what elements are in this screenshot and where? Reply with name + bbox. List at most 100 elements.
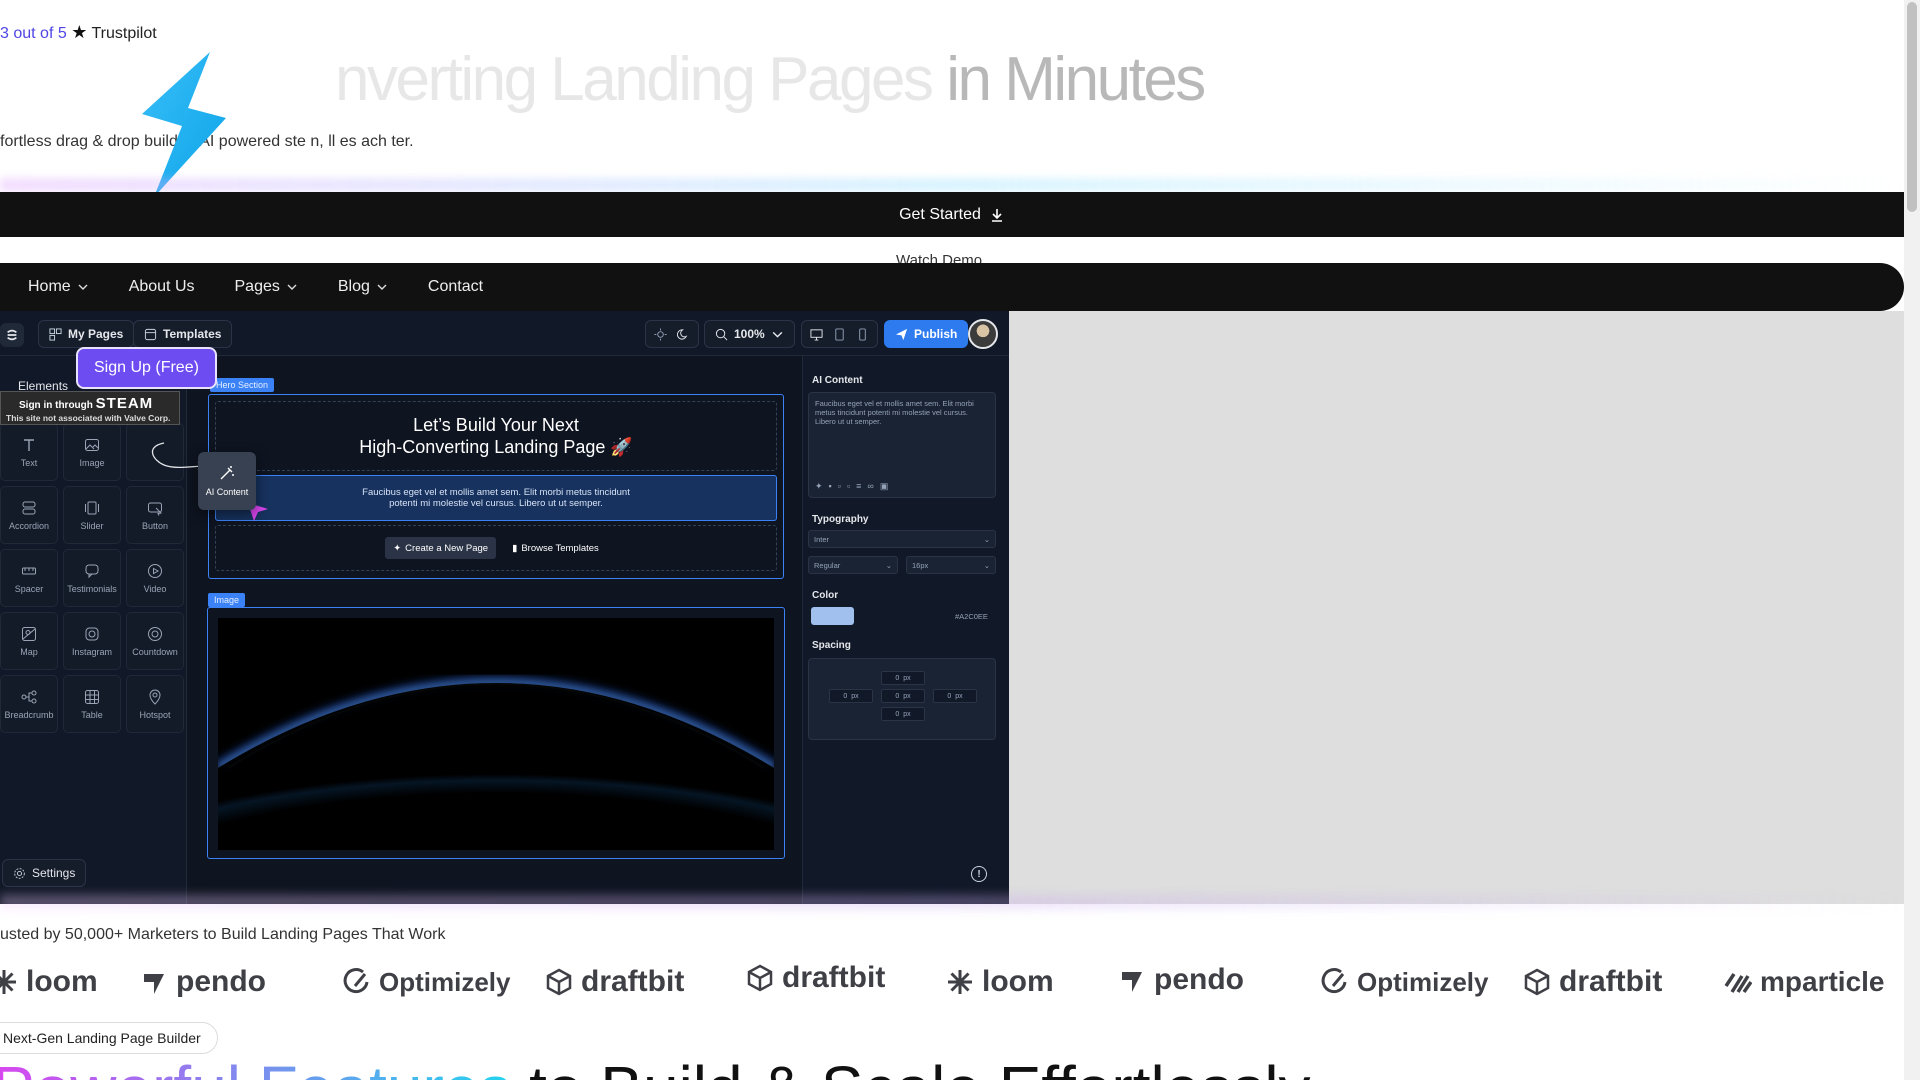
element-accordion[interactable]: Accordion [0, 486, 58, 544]
info-icon[interactable]: ! [971, 866, 987, 882]
hero-body-line1: Faucibus eget vel et mollis amet sem. El… [362, 487, 630, 498]
ai-content-text: Faucibus eget vel et mollis amet sem. El… [815, 399, 974, 426]
spacing-right-input[interactable]: 0 px [933, 689, 977, 703]
testimonials-icon [85, 564, 99, 578]
magic-wand-icon [220, 466, 234, 480]
logo-pendo: pendo [140, 960, 266, 1004]
hero-glow-divider [0, 178, 1904, 192]
element-countdown[interactable]: Countdown [126, 612, 184, 670]
element-button[interactable]: Button [126, 486, 184, 544]
spacing-left-input[interactable]: 0 px [829, 689, 873, 703]
steam-brand: STEAM [95, 395, 154, 412]
link-icon[interactable]: ∞ [867, 482, 873, 491]
font-weight-select[interactable]: Regular ⌄ [808, 556, 898, 574]
element-testimonials[interactable]: Testimonials [63, 549, 121, 607]
element-slider[interactable]: Slider [63, 486, 121, 544]
element-hotspot[interactable]: Hotspot [126, 675, 184, 733]
align-icon[interactable]: ≡ [856, 482, 861, 491]
nav-item-about-us[interactable]: About Us [129, 278, 195, 296]
planet-glow-graphic [218, 618, 774, 850]
spacing-value: 0 [843, 692, 848, 700]
browse-templates-button[interactable]: ▮ Browse Templates [504, 537, 607, 559]
settings-button[interactable]: Settings [2, 859, 87, 887]
hero-body-block[interactable]: Faucibus eget vel et mollis amet sem. El… [215, 475, 777, 521]
steam-disclaimer: This site not associated with Valve Corp… [6, 413, 171, 423]
search-icon [715, 328, 728, 340]
logo-text: loom [982, 965, 1054, 998]
sign-up-button[interactable]: Sign Up (Free) [76, 347, 217, 389]
color-hex-value[interactable]: #A2C0EE [955, 612, 988, 621]
mobile-icon [859, 327, 866, 341]
spacing-editor: 0 px 0 px 0 px 0 px 0 px [808, 658, 996, 740]
hero-title-main: in Minutes [931, 45, 1206, 114]
editor-logo-icon[interactable] [0, 323, 24, 347]
spacing-top-input[interactable]: 0 px [881, 671, 925, 685]
device-switcher[interactable] [801, 320, 878, 348]
nav-item-home[interactable]: Home [28, 278, 89, 296]
tablet-icon [835, 327, 844, 341]
loom-icon [0, 970, 16, 994]
scrollbar-thumb[interactable] [1907, 2, 1917, 212]
download-icon [991, 208, 1002, 222]
moon-icon [677, 328, 688, 340]
element-spacer[interactable]: Spacer [0, 549, 58, 607]
color-swatch[interactable] [811, 607, 854, 625]
ai-content-title: AI Content [812, 375, 863, 386]
element-instagram[interactable]: Instagram [63, 612, 121, 670]
logo-loom: loom [0, 960, 98, 1004]
logo-draftbit-2: draftbit [746, 956, 885, 1000]
trustpilot-rating[interactable]: 3 out of 5 ★ Trustpilot [0, 22, 157, 43]
element-text[interactable]: Text [0, 423, 58, 481]
mparticle-icon [1724, 973, 1752, 994]
spacing-bottom-input[interactable]: 0 px [881, 707, 925, 721]
element-map[interactable]: Map [0, 612, 58, 670]
hero-buttons-block: ✦ Create a New Page ▮ Browse Templates [215, 525, 777, 571]
nav-item-pages[interactable]: Pages [235, 278, 298, 296]
spacing-value: 0 [895, 710, 900, 718]
image-block[interactable] [207, 607, 785, 859]
publish-button[interactable]: Publish [884, 320, 969, 348]
font-size-select[interactable]: 16px ⌄ [906, 556, 996, 574]
templates-button[interactable]: Templates [133, 320, 233, 348]
ai-content-textarea[interactable]: Faucibus eget vel et mollis amet sem. El… [808, 392, 996, 498]
steam-signin-button[interactable]: Sign in through STEAM This site not asso… [0, 391, 180, 425]
my-pages-button[interactable]: My Pages [38, 320, 135, 348]
get-started-button[interactable]: Get Started [0, 192, 1904, 237]
planet-horizon-image [218, 618, 774, 850]
italic-icon[interactable]: ▫ [838, 482, 841, 491]
underline-icon[interactable]: ▫ [847, 482, 850, 491]
logo-draftbit-3: draftbit [1523, 960, 1662, 1004]
theme-toggle[interactable] [645, 320, 699, 348]
page-scrollbar[interactable] [1904, 0, 1920, 1080]
element-video[interactable]: Video [126, 549, 184, 607]
table-icon [85, 689, 99, 704]
logo-pendo-2: pendo [1118, 958, 1244, 1002]
create-new-page-button[interactable]: ✦ Create a New Page [385, 537, 497, 559]
zoom-select[interactable]: 100% [704, 320, 795, 348]
user-avatar[interactable] [968, 319, 998, 349]
ai-content-drag-card[interactable]: AI Content [198, 452, 256, 510]
settings-label: Settings [32, 866, 76, 880]
nav-item-blog[interactable]: Blog [338, 278, 388, 296]
element-table[interactable]: Table [63, 675, 121, 733]
desktop-icon [810, 328, 823, 341]
spacing-center-input[interactable]: 0 px [881, 689, 925, 703]
features-heading-rest: to Build & Scale Effortlessly [511, 1053, 1310, 1080]
button-icon [148, 502, 163, 516]
bold-icon[interactable]: ▪ [829, 482, 832, 491]
element-breadcrumb[interactable]: Breadcrumb [0, 675, 58, 733]
element-label: Slider [80, 520, 104, 531]
element-image[interactable]: Image [63, 423, 121, 481]
sparkle-icon[interactable]: ✦ [815, 482, 823, 491]
steam-line1: Sign in through [19, 400, 93, 411]
hero-section-block[interactable]: Let’s Build Your Next High-Converting La… [208, 394, 784, 579]
image-insert-icon[interactable]: ▣ [880, 482, 889, 491]
logo-text: mparticle [1760, 966, 1885, 997]
font-size-value: 16px [912, 560, 929, 570]
instagram-icon [85, 627, 99, 640]
nav-item-contact[interactable]: Contact [428, 278, 483, 296]
hero-heading-block[interactable]: Let’s Build Your Next High-Converting La… [215, 401, 777, 471]
font-family-select[interactable]: Inter ⌄ [808, 530, 996, 548]
hero-heading-line2: High-Converting Landing Page 🚀 [359, 437, 633, 457]
chevron-down-icon [377, 284, 387, 290]
